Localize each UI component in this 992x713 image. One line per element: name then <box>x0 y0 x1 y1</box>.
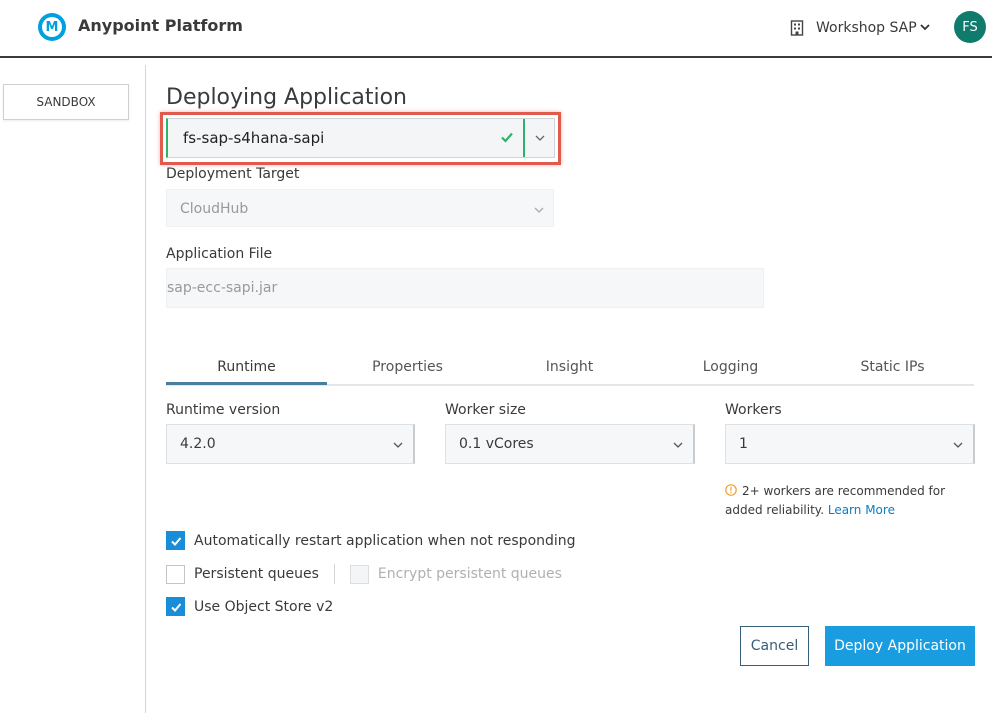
deploy-application-button[interactable]: Deploy Application <box>825 626 975 666</box>
field-separator <box>523 119 525 157</box>
application-file-field[interactable]: sap-ecc-sapi.jar <box>166 268 764 308</box>
cancel-button[interactable]: Cancel <box>740 626 809 666</box>
page-title: Deploying Application <box>166 85 407 110</box>
worker-size-select[interactable]: 0.1 vCores <box>445 424 695 464</box>
deployment-target-label: Deployment Target <box>166 166 300 182</box>
org-switcher[interactable]: Workshop SAP <box>816 20 917 36</box>
tab-insight[interactable]: Insight <box>489 359 650 375</box>
environment-button[interactable]: SANDBOX <box>3 84 129 120</box>
runtime-version-select[interactable]: 4.2.0 <box>166 424 415 464</box>
option-divider <box>333 564 335 584</box>
auto-restart-checkbox[interactable] <box>166 531 185 550</box>
logo-letter: M <box>42 17 62 37</box>
mulesoft-logo-icon[interactable]: M <box>38 13 66 41</box>
auto-restart-label[interactable]: Automatically restart application when n… <box>194 533 576 549</box>
app-name-input[interactable] <box>168 119 523 157</box>
encrypt-queues-checkbox <box>349 564 369 584</box>
application-file-value: sap-ecc-sapi.jar <box>167 280 278 296</box>
workers-select[interactable]: 1 <box>725 424 975 464</box>
chevron-down-icon <box>534 207 544 213</box>
tab-properties[interactable]: Properties <box>327 359 488 375</box>
chevron-down-icon <box>393 442 403 448</box>
warning-icon <box>725 484 737 496</box>
checkmark-icon <box>170 602 181 612</box>
workers-recommendation: 2+ workers are recommended for added rel… <box>725 482 985 520</box>
check-icon <box>501 132 513 143</box>
active-tab-indicator <box>166 382 327 385</box>
queues-options: Persistent queues Encrypt persistent que… <box>166 564 562 584</box>
worker-size-label: Worker size <box>445 402 526 418</box>
runtime-version-label: Runtime version <box>166 402 281 418</box>
workers-value: 1 <box>739 436 748 452</box>
auto-restart-option: Automatically restart application when n… <box>166 531 576 550</box>
chevron-down-icon <box>673 442 683 448</box>
persistent-queues-checkbox[interactable] <box>166 564 185 584</box>
object-store-option: Use Object Store v2 <box>166 597 333 616</box>
tab-runtime[interactable]: Runtime <box>166 359 327 375</box>
app-name-field[interactable] <box>166 118 555 158</box>
chevron-down-icon[interactable] <box>918 20 932 34</box>
building-icon <box>790 20 804 36</box>
top-header: M Anypoint Platform Workshop SAP FS <box>0 0 992 58</box>
persistent-queues-label[interactable]: Persistent queues <box>194 566 319 582</box>
object-store-v2-label[interactable]: Use Object Store v2 <box>194 599 333 615</box>
worker-size-value: 0.1 vCores <box>459 436 534 452</box>
tab-static-ips[interactable]: Static IPs <box>812 359 973 375</box>
application-file-label: Application File <box>166 246 273 262</box>
settings-tabs: Runtime Properties Insight Logging Stati… <box>166 350 974 386</box>
sidebar-divider <box>145 65 146 713</box>
deployment-target-select: CloudHub <box>166 189 554 227</box>
encrypt-queues-label: Encrypt persistent queues <box>377 566 562 582</box>
user-avatar[interactable]: FS <box>954 11 986 43</box>
chevron-down-icon <box>953 442 963 448</box>
chevron-down-icon[interactable] <box>534 132 546 144</box>
object-store-v2-checkbox[interactable] <box>166 597 185 616</box>
checkmark-icon <box>170 536 181 546</box>
tab-logging[interactable]: Logging <box>650 359 811 375</box>
learn-more-link[interactable]: Learn More <box>828 503 895 517</box>
deployment-target-value: CloudHub <box>180 201 249 217</box>
app-title[interactable]: Anypoint Platform <box>78 16 243 35</box>
runtime-version-value: 4.2.0 <box>180 436 216 452</box>
workers-label: Workers <box>725 402 782 418</box>
